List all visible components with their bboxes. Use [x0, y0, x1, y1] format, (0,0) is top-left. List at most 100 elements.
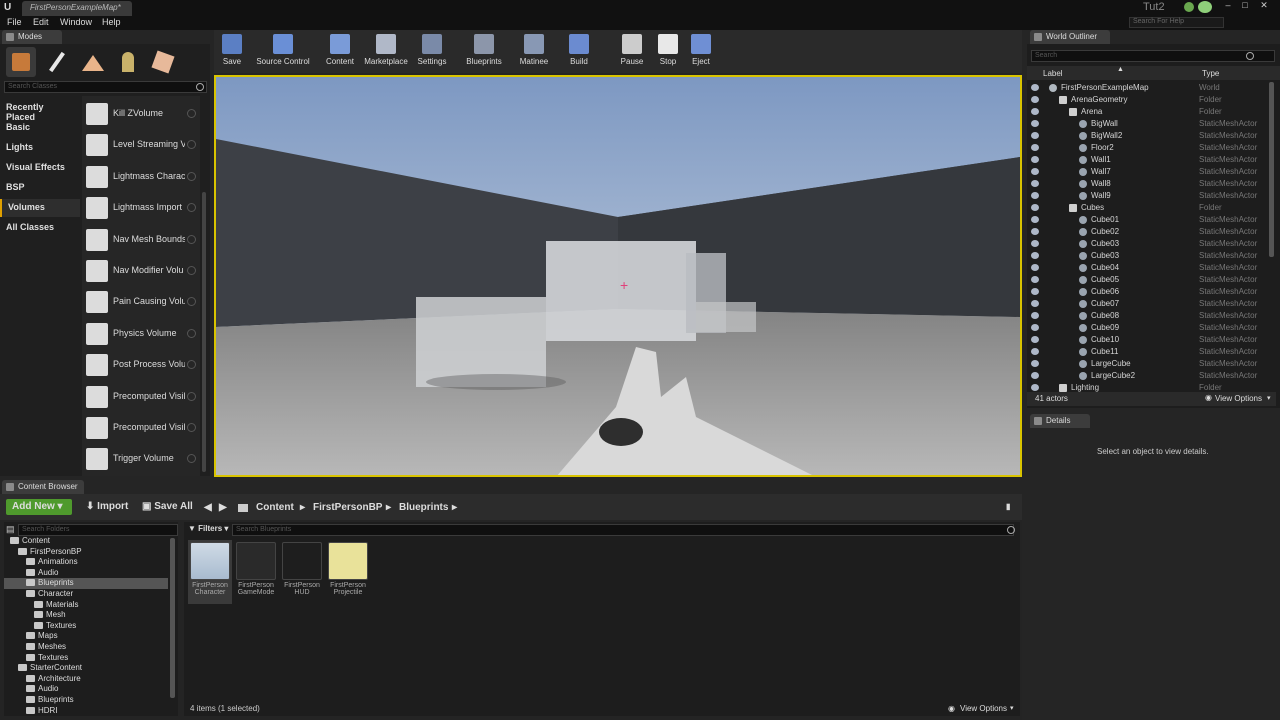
visibility-eye-icon[interactable]: [1031, 144, 1039, 151]
volume-item[interactable]: Level Streaming V: [82, 131, 200, 159]
outliner-row[interactable]: Floor2 StaticMeshActor: [1031, 142, 1267, 154]
folder-item[interactable]: Maps: [26, 631, 58, 642]
outliner-row[interactable]: Arena Folder: [1031, 106, 1267, 118]
outliner-row[interactable]: Cubes Folder: [1031, 202, 1267, 214]
outliner-row[interactable]: Wall1 StaticMeshActor: [1031, 154, 1267, 166]
folder-item[interactable]: Audio: [26, 684, 58, 695]
col-type[interactable]: Type: [1202, 69, 1219, 78]
outliner-row[interactable]: Cube11 StaticMeshActor: [1031, 346, 1267, 358]
tab-modes[interactable]: Modes: [2, 30, 62, 44]
outliner-row[interactable]: Cube09 StaticMeshActor: [1031, 322, 1267, 334]
outliner-row[interactable]: Cube08 StaticMeshActor: [1031, 310, 1267, 322]
toolbar-content-button[interactable]: Content: [324, 32, 356, 72]
document-tab[interactable]: FirstPersonExampleMap*: [22, 1, 132, 16]
toolbar-build-button[interactable]: Build: [568, 32, 590, 72]
visibility-eye-icon[interactable]: [1031, 384, 1039, 391]
folder-item[interactable]: Mesh: [34, 610, 66, 621]
visibility-eye-icon[interactable]: [1031, 204, 1039, 211]
toolbar-save-button[interactable]: Save: [222, 32, 242, 72]
visibility-eye-icon[interactable]: [1031, 240, 1039, 247]
outliner-view-options[interactable]: View Options: [1215, 394, 1262, 403]
folder-item[interactable]: Textures: [26, 653, 68, 664]
search-blueprints-input[interactable]: Search Blueprints: [232, 524, 1014, 536]
folder-item[interactable]: Blueprints: [26, 695, 74, 706]
outliner-row[interactable]: Cube03 StaticMeshActor: [1031, 250, 1267, 262]
visibility-eye-icon[interactable]: [1031, 132, 1039, 139]
toolbar-marketplace-button[interactable]: Marketplace: [362, 32, 410, 72]
visibility-eye-icon[interactable]: [1031, 84, 1039, 91]
tab-world-outliner[interactable]: World Outliner: [1030, 30, 1110, 44]
category-all-classes[interactable]: All Classes: [0, 219, 80, 237]
folder-item[interactable]: FirstPersonBP: [18, 547, 82, 558]
menu-help[interactable]: Help: [102, 17, 121, 27]
folder-item[interactable]: HDRI: [26, 706, 58, 716]
category-volumes[interactable]: Volumes: [0, 199, 80, 217]
outliner-search-input[interactable]: Search: [1031, 50, 1275, 62]
volume-item[interactable]: Physics Volume: [82, 320, 200, 348]
back-arrow-icon[interactable]: ◀: [204, 502, 212, 513]
toolbar-blueprints-button[interactable]: Blueprints: [464, 32, 504, 72]
visibility-eye-icon[interactable]: [1031, 216, 1039, 223]
folder-tree-scrollbar[interactable]: [170, 538, 175, 698]
outliner-row[interactable]: ArenaGeometry Folder: [1031, 94, 1267, 106]
notification-icon[interactable]: [1184, 2, 1194, 12]
breadcrumb-firstpersonbp[interactable]: FirstPersonBP: [313, 502, 382, 513]
outliner-row[interactable]: Cube05 StaticMeshActor: [1031, 274, 1267, 286]
save-all-button[interactable]: ▣ Save All: [136, 499, 199, 515]
level-viewport[interactable]: +: [214, 75, 1022, 477]
visibility-eye-icon[interactable]: [1031, 228, 1039, 235]
toolbar-matinee-button[interactable]: Matinee: [517, 32, 551, 72]
outliner-row[interactable]: Cube06 StaticMeshActor: [1031, 286, 1267, 298]
visibility-eye-icon[interactable]: [1031, 96, 1039, 103]
volume-item[interactable]: Nav Modifier Volu: [82, 257, 200, 285]
toolbar-settings-button[interactable]: Settings: [416, 32, 448, 72]
filters-button[interactable]: ▼ Filters ▾: [188, 524, 230, 536]
outliner-scrollbar[interactable]: [1269, 82, 1274, 257]
volume-item[interactable]: Kill ZVolume: [82, 100, 200, 128]
visibility-eye-icon[interactable]: [1031, 192, 1039, 199]
outliner-row[interactable]: Cube07 StaticMeshActor: [1031, 298, 1267, 310]
asset-tile[interactable]: FirstPerson GameMode: [234, 540, 278, 604]
visibility-eye-icon[interactable]: [1031, 108, 1039, 115]
geometry-mode-button[interactable]: [148, 47, 178, 77]
visibility-eye-icon[interactable]: [1031, 120, 1039, 127]
maximize-icon[interactable]: □: [1237, 0, 1253, 10]
category-lights[interactable]: Lights: [0, 139, 80, 157]
toolbar-source-control-button[interactable]: Source Control: [254, 32, 312, 72]
category-visual-effects[interactable]: Visual Effects: [0, 159, 80, 177]
menu-file[interactable]: File: [7, 17, 22, 27]
asset-tile[interactable]: FirstPerson HUD: [280, 540, 324, 604]
outliner-row[interactable]: Cube02 StaticMeshActor: [1031, 226, 1267, 238]
folder-item[interactable]: Materials: [34, 600, 78, 611]
outliner-row[interactable]: BigWall2 StaticMeshActor: [1031, 130, 1267, 142]
folder-item[interactable]: Animations: [26, 557, 78, 568]
volume-item[interactable]: Lightmass Import: [82, 194, 200, 222]
asset-view-options[interactable]: View Options: [960, 704, 1007, 713]
category-basic[interactable]: Basic: [0, 119, 80, 137]
outliner-row[interactable]: FirstPersonExampleMap World: [1031, 82, 1267, 94]
folder-tree-icon[interactable]: ▤: [6, 524, 16, 534]
visibility-eye-icon[interactable]: [1031, 324, 1039, 331]
lock-icon[interactable]: ▮: [1006, 502, 1010, 511]
toolbar-pause-button[interactable]: Pause: [620, 32, 644, 72]
visibility-eye-icon[interactable]: [1031, 276, 1039, 283]
outliner-row[interactable]: Lighting Folder: [1031, 382, 1267, 392]
search-classes-input[interactable]: Search Classes: [4, 81, 207, 93]
paint-mode-button[interactable]: [42, 47, 72, 77]
tab-content-browser[interactable]: Content Browser: [2, 480, 84, 494]
volume-item[interactable]: Trigger Volume: [82, 445, 200, 473]
visibility-eye-icon[interactable]: [1031, 312, 1039, 319]
visibility-eye-icon[interactable]: [1031, 156, 1039, 163]
landscape-mode-button[interactable]: [78, 47, 108, 77]
import-button[interactable]: ⬇ Import: [80, 499, 134, 515]
close-icon[interactable]: ✕: [1256, 0, 1272, 10]
search-folders-input[interactable]: Search Folders: [18, 524, 178, 536]
category-recently-placed[interactable]: Recently Placed: [0, 99, 80, 122]
outliner-row[interactable]: Cube01 StaticMeshActor: [1031, 214, 1267, 226]
folder-item[interactable]: Architecture: [26, 674, 81, 685]
folder-item[interactable]: Content: [10, 536, 50, 547]
visibility-eye-icon[interactable]: [1031, 252, 1039, 259]
outliner-row[interactable]: Cube04 StaticMeshActor: [1031, 262, 1267, 274]
search-help-input[interactable]: Search For Help: [1129, 17, 1224, 28]
menu-edit[interactable]: Edit: [33, 17, 49, 27]
